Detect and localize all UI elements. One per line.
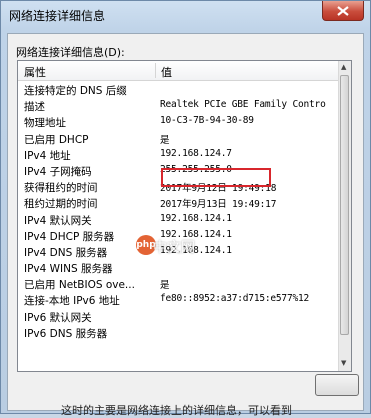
row-value: 10-C3-7B-94-30-89	[160, 115, 254, 127]
row-value: 是	[160, 134, 170, 146]
row-value: Realtek PCIe GBE Family Contro	[160, 99, 326, 111]
close-icon	[337, 5, 349, 16]
row-property: 物理地址	[24, 117, 66, 130]
row-property: IPv4 子网掩码	[24, 165, 92, 178]
table-row[interactable]: 连接-本地 IPv6 地址 fe80::8952:a37:d715:e577%12	[18, 292, 341, 308]
network-details-dialog: 网络连接详细信息 网络连接详细信息(D): 属性 值 连接特定的 DNS 后缀描…	[0, 0, 371, 417]
row-value: 2017年9月13日 19:49:17	[160, 199, 277, 211]
row-property: 已启用 NetBIOS ove...	[24, 279, 135, 292]
list-header: 属性 值	[18, 61, 341, 81]
scroll-up-icon[interactable]: ▲	[341, 63, 346, 71]
row-property: IPv4 DNS 服务器	[24, 246, 108, 259]
column-header-property[interactable]: 属性	[24, 64, 46, 80]
row-property: 连接特定的 DNS 后缀	[24, 85, 127, 97]
row-value: 192.168.124.1	[160, 212, 232, 224]
mac-address-highlight-box	[161, 168, 271, 187]
table-row[interactable]: 物理地址 10-C3-7B-94-30-89	[18, 114, 341, 130]
vertical-scrollbar[interactable]: ▲ ▼	[338, 61, 351, 371]
dialog-title: 网络连接详细信息	[9, 9, 106, 23]
table-row[interactable]: IPv4 默认网关 192.168.124.1	[18, 212, 341, 228]
watermark-text: 中文网	[153, 240, 195, 256]
row-property: IPv6 默认网关	[24, 311, 92, 324]
row-property: IPv6 DNS 服务器	[24, 327, 108, 340]
table-row[interactable]: IPv6 DNS 服务器	[18, 325, 341, 341]
footer-text: 这时的主要是网络连接上的详细信息，可以看到	[61, 404, 292, 417]
table-row[interactable]: 连接特定的 DNS 后缀	[18, 82, 341, 98]
row-property: IPv4 DHCP 服务器	[24, 230, 115, 243]
list-rows: 连接特定的 DNS 后缀 描述 Realtek PCIe GBE Family Co…	[18, 82, 341, 341]
row-value: 192.168.124.7	[160, 147, 232, 159]
column-separator[interactable]	[155, 63, 156, 78]
details-group-label: 网络连接详细信息(D):	[16, 46, 125, 59]
row-property: 描述	[24, 101, 45, 114]
row-property: 连接-本地 IPv6 地址	[24, 295, 120, 308]
table-row[interactable]: IPv6 默认网关	[18, 309, 341, 325]
row-value: fe80::8952:a37:d715:e577%12	[160, 293, 310, 305]
dialog-client-area: 网络连接详细信息(D): 属性 值 连接特定的 DNS 后缀 描述 Realtek …	[7, 33, 364, 411]
row-property: 已启用 DHCP	[24, 133, 89, 146]
scroll-down-icon[interactable]: ▼	[341, 359, 346, 367]
column-header-value[interactable]: 值	[161, 64, 172, 80]
table-row[interactable]: 描述 Realtek PCIe GBE Family Contro	[18, 98, 341, 114]
row-property: IPv4 WINS 服务器	[24, 263, 113, 276]
table-row[interactable]: IPv4 地址 192.168.124.7	[18, 147, 341, 163]
row-property: 获得租约的时间	[24, 182, 98, 195]
close-window-button[interactable]	[322, 1, 364, 21]
scrollbar-thumb[interactable]	[340, 75, 349, 335]
table-row[interactable]: IPv4 WINS 服务器	[18, 260, 341, 276]
table-row[interactable]: 已启用 NetBIOS ove... 是	[18, 276, 341, 292]
table-row[interactable]: 已启用 DHCP 是	[18, 131, 341, 147]
close-button[interactable]	[315, 374, 359, 396]
table-row[interactable]: 租约过期的时间 2017年9月13日 19:49:17	[18, 195, 341, 211]
details-list[interactable]: 属性 值 连接特定的 DNS 后缀 描述 Realtek PCIe GBE Fami…	[17, 60, 352, 372]
row-property: IPv4 地址	[24, 149, 71, 162]
row-value: 是	[160, 280, 170, 292]
row-property: IPv4 默认网关	[24, 214, 92, 227]
row-property: 租约过期的时间	[24, 198, 98, 211]
